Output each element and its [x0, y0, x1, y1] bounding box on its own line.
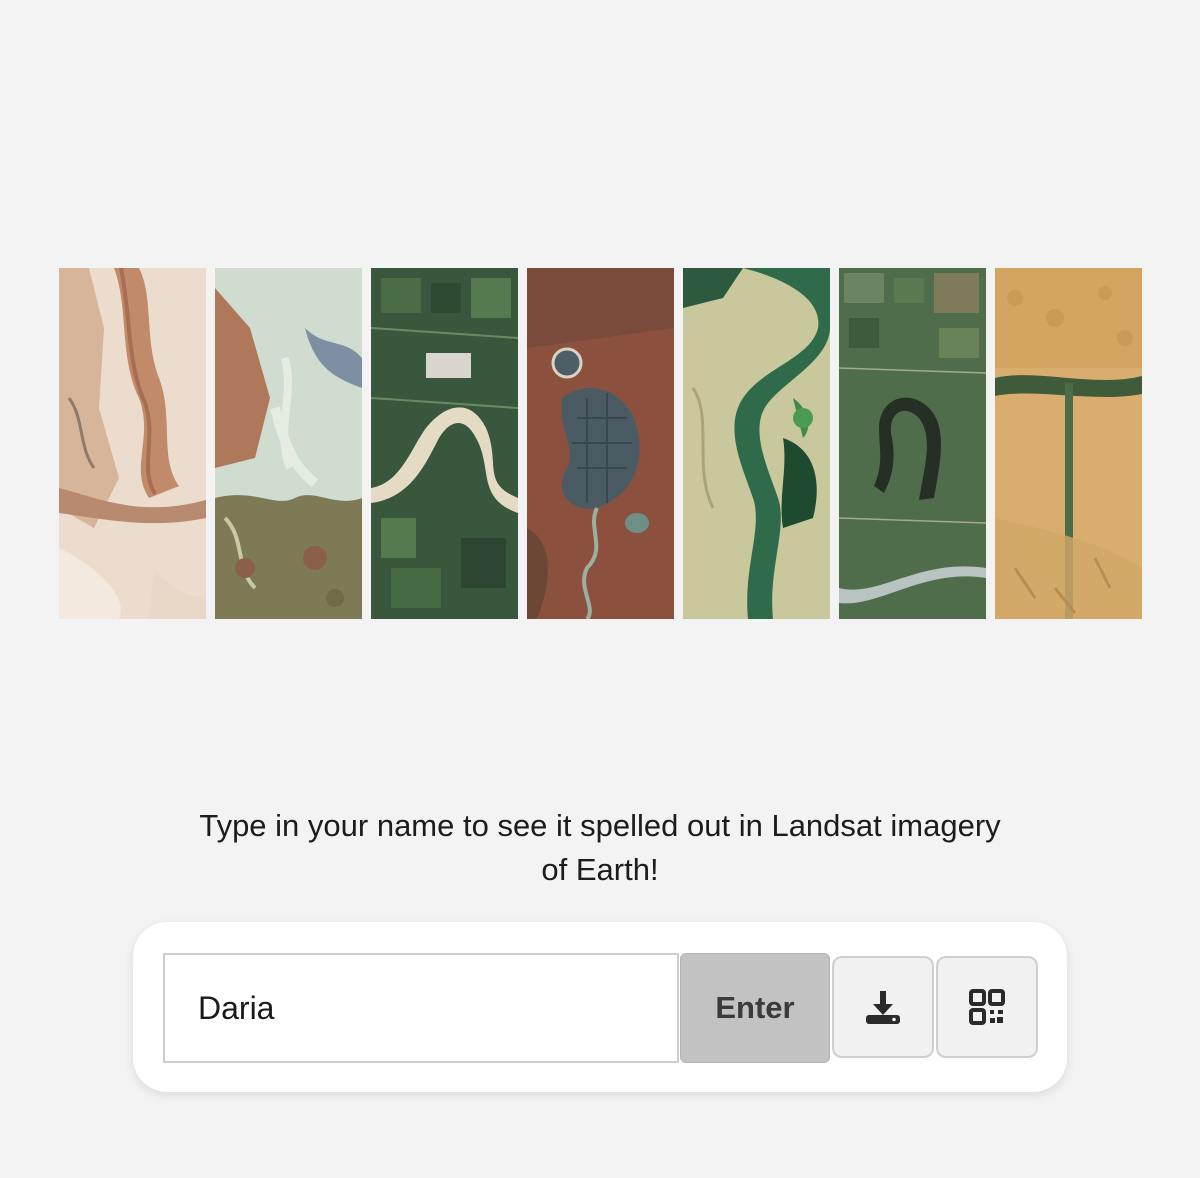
name-input[interactable]: [163, 953, 679, 1063]
instruction-line-1: Type in your name to see it spelled out …: [199, 808, 1001, 843]
letter-tile-d: [59, 268, 206, 619]
qr-code-button[interactable]: [936, 956, 1038, 1058]
qr-code-icon: [969, 989, 1005, 1025]
letter-tile-r: [371, 268, 518, 619]
enter-button[interactable]: Enter: [680, 953, 830, 1063]
letter-tile-a-3: [995, 268, 1142, 619]
download-icon: [866, 991, 900, 1024]
download-button[interactable]: [832, 956, 934, 1058]
letter-tile-a-2: [683, 268, 830, 619]
letter-tile-r-2: [839, 268, 986, 619]
name-form-card: Enter: [133, 922, 1067, 1092]
landsat-name-display: [59, 268, 1142, 619]
letter-tile-i: [527, 268, 674, 619]
letter-tile-a: [215, 268, 362, 619]
instruction-line-2: of Earth!: [541, 852, 659, 887]
instruction-text: Type in your name to see it spelled out …: [150, 804, 1050, 892]
